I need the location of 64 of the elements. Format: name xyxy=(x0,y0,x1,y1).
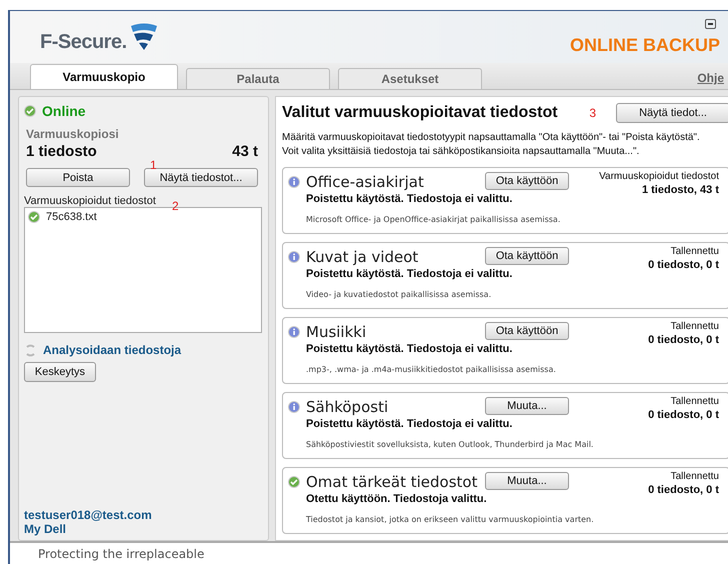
show-details-button[interactable]: Näytä tiedot... xyxy=(616,103,728,123)
brand-name: F-Secure. xyxy=(40,30,127,54)
tagline: Protecting the irreplaceable xyxy=(38,547,204,561)
category-description: Microsoft Office- ja OpenOffice-asiakirjat paikallisissa asemissa. xyxy=(305,215,562,226)
delete-button[interactable]: Poista xyxy=(26,168,130,187)
section-label: Varmuuskopiosi xyxy=(26,127,120,141)
tab[interactable]: Varmuuskopio xyxy=(30,64,178,89)
category-description: .mp3-, .wma- ja .m4a-musiikkitiedostot paikallisissa asemissa. xyxy=(305,365,557,376)
info-icon xyxy=(288,401,300,413)
annotation-number: 2 xyxy=(172,199,179,213)
backup-size: 43 t xyxy=(232,143,258,160)
category-status: Otettu käyttöön. Tiedostoja valittu. xyxy=(305,493,488,507)
instructions: Määritä varmuuskopioitavat tiedostotyypit napsauttamalla "Ota käyttöön"- tai "Poista käytöstä". Voit valita yksittäisiä tiedostoja tai sähköpostikansioita napsauttamalla "Muuta...". xyxy=(282,131,701,159)
logo-icon xyxy=(128,23,159,51)
stat-value: 0 tiedosto, 0 t xyxy=(648,334,719,346)
info-icon xyxy=(288,326,300,338)
category-status: Poistettu käytöstä. Tiedostoja ei valittu. xyxy=(305,343,514,357)
annotation-number: 3 xyxy=(589,106,596,120)
category-button[interactable]: Ota käyttöön xyxy=(485,322,569,340)
account-link[interactable]: testuser018@test.com xyxy=(24,508,262,522)
category-name: Kuvat ja videot xyxy=(306,248,418,266)
panel-title: Valitut varmuuskopioitavat tiedostot xyxy=(282,104,558,122)
pause-button[interactable]: Keskeytys xyxy=(24,362,96,382)
category-name: Sähköposti xyxy=(306,398,388,416)
category-button[interactable]: Muuta... xyxy=(485,472,569,490)
stat-value: 0 tiedosto, 0 t xyxy=(648,484,719,496)
category-status: Poistettu käytöstä. Tiedostoja ei valittu. xyxy=(305,193,514,207)
stat-value: 0 tiedosto, 0 t xyxy=(648,409,719,421)
info-icon xyxy=(288,176,300,188)
info-icon xyxy=(288,251,300,263)
stat-label: Tallennettu xyxy=(670,321,719,332)
tab[interactable]: Asetukset xyxy=(338,68,482,89)
category-button[interactable]: Muuta... xyxy=(485,397,569,415)
file-item[interactable]: 75c638.txt xyxy=(28,211,258,223)
category-name: Musiikki xyxy=(306,323,366,341)
product-name: ONLINE BACKUP xyxy=(570,34,720,56)
stat-value: 0 tiedosto, 0 t xyxy=(648,259,719,271)
stat-label: Tallennettu xyxy=(670,396,719,407)
category-status: Poistettu käytöstä. Tiedostoja ei valittu. xyxy=(305,418,514,432)
category-button[interactable]: Ota käyttöön xyxy=(485,247,569,265)
help-link[interactable]: Ohje xyxy=(697,71,724,85)
category-name: Office-asiakirjat xyxy=(306,173,424,191)
minimize-button[interactable] xyxy=(705,19,716,29)
my-dell-link[interactable]: My Dell xyxy=(24,522,262,536)
list-label: Varmuuskopioidut tiedostot xyxy=(24,195,156,207)
connection-status: Online xyxy=(42,103,86,119)
category-description: Tiedostot ja kansiot, jotka on erikseen valittu varmuuskopiointia varten. xyxy=(305,515,595,526)
category-description: Sähköpostiviestit sovelluksista, kuten Outlook, Thunderbird ja Mac Mail. xyxy=(305,440,594,451)
category-status: Poistettu käytöstä. Tiedostoja ei valittu. xyxy=(305,268,514,282)
refresh-icon xyxy=(24,344,37,356)
show-files-button[interactable]: Näytä tiedostot... xyxy=(144,168,258,187)
file-count: 1 tiedosto xyxy=(26,143,97,160)
category-name: Omat tärkeät tiedostot xyxy=(306,473,478,491)
stat-label: Varmuuskopioidut tiedostot xyxy=(599,171,719,182)
category-button[interactable]: Ota käyttöön xyxy=(485,172,569,190)
check-icon xyxy=(28,211,40,223)
category-description: Video- ja kuvatiedostot paikallisissa asemissa. xyxy=(305,290,492,301)
check-icon xyxy=(288,476,300,488)
stat-label: Tallennettu xyxy=(670,246,719,257)
stat-label: Tallennettu xyxy=(670,471,719,482)
activity-status: Analysoidaan tiedostoja xyxy=(43,343,182,357)
tab[interactable]: Palauta xyxy=(186,68,330,89)
stat-value: 1 tiedosto, 43 t xyxy=(642,184,719,196)
check-icon xyxy=(24,105,36,117)
